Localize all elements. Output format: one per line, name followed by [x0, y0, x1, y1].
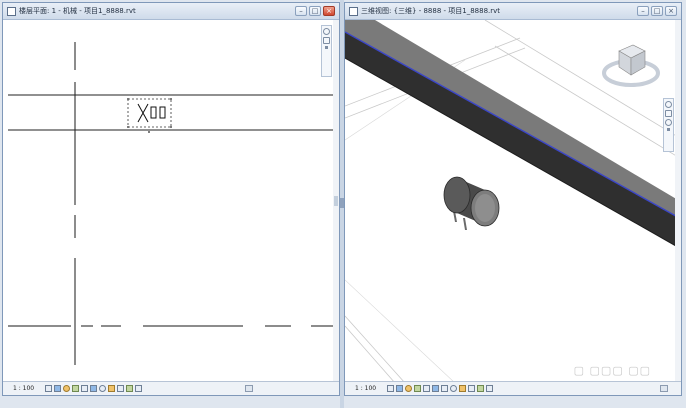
visual-style-icon[interactable]	[54, 385, 61, 392]
crop-view-icon[interactable]	[432, 385, 439, 392]
show-crop-region-icon[interactable]	[441, 385, 448, 392]
3d-view-title-bar[interactable]: 三维视图: {三维} - 8888 - 项目1_8888.rvt – □ ×	[345, 3, 681, 20]
floor-plan-view-icon	[7, 7, 16, 16]
steering-wheel-icon[interactable]	[323, 28, 330, 35]
close-button[interactable]: ×	[665, 6, 677, 16]
3d-view-controls	[387, 385, 493, 393]
maximize-button[interactable]: □	[309, 6, 321, 16]
temporary-hide-icon[interactable]	[459, 385, 466, 392]
zoom-icon[interactable]	[323, 37, 330, 44]
watermark-logo: ▢ ▢▢▢ ▢▢	[573, 364, 651, 377]
navigation-bar[interactable]	[321, 25, 332, 77]
close-button[interactable]: ×	[323, 6, 335, 16]
detail-level-icon[interactable]	[45, 385, 52, 392]
3d-view-window[interactable]: 三维视图: {三维} - 8888 - 项目1_8888.rvt – □ × ▢…	[344, 2, 682, 396]
view-scale[interactable]: 1 : 100	[355, 384, 376, 393]
fan-plan-symbol	[127, 98, 172, 133]
3d-view-icon	[349, 7, 358, 16]
minimize-button[interactable]: –	[295, 6, 307, 16]
floor-plan-canvas[interactable]	[3, 20, 339, 381]
sun-path-icon[interactable]	[63, 385, 70, 392]
maximize-button[interactable]: □	[651, 6, 663, 16]
lock-3d-view-icon[interactable]	[450, 385, 457, 392]
vertical-scrollbar[interactable]	[333, 20, 339, 381]
3d-navigation-bar[interactable]	[663, 98, 674, 152]
floor-plan-title-bar[interactable]: 楼层平面: 1 - 机械 - 项目1_8888.rvt – □ ×	[3, 3, 339, 20]
navigation-bar-menu-icon[interactable]	[667, 128, 670, 131]
view-control-bar: 1 : 100	[3, 381, 339, 395]
analytical-model-icon[interactable]	[117, 385, 124, 392]
highlight-displacement-icon[interactable]	[126, 385, 133, 392]
axial-fan-3d	[443, 176, 500, 230]
detail-level-icon[interactable]	[387, 385, 394, 392]
3d-view-title: 三维视图: {三维} - 8888 - 项目1_8888.rvt	[361, 7, 501, 15]
render-icon[interactable]	[423, 385, 430, 392]
scroll-thumb[interactable]	[334, 196, 338, 206]
show-crop-region-icon[interactable]	[90, 385, 97, 392]
sun-path-icon[interactable]	[405, 385, 412, 392]
temporary-hide-icon[interactable]	[99, 385, 106, 392]
view-controls	[45, 385, 142, 393]
minimize-button[interactable]: –	[637, 6, 649, 16]
zoom-icon[interactable]	[665, 110, 672, 117]
steering-wheel-icon[interactable]	[665, 101, 672, 108]
horizontal-scroll-thumb[interactable]	[245, 385, 253, 392]
crop-view-icon[interactable]	[81, 385, 88, 392]
temporary-view-icon[interactable]	[486, 385, 493, 392]
analytical-model-icon[interactable]	[477, 385, 484, 392]
reveal-hidden-icon[interactable]	[108, 385, 115, 392]
view-scale[interactable]: 1 : 100	[13, 384, 34, 393]
shadows-icon[interactable]	[72, 385, 79, 392]
3d-view-control-bar: 1 : 100	[345, 381, 681, 395]
floor-plan-view-window[interactable]: 楼层平面: 1 - 机械 - 项目1_8888.rvt – □ × 1: 10…	[2, 2, 340, 396]
navigation-bar-menu-icon[interactable]	[325, 46, 328, 49]
floor-plan-drawing	[8, 42, 336, 365]
horizontal-scroll-thumb[interactable]	[660, 385, 668, 392]
reveal-hidden-icon[interactable]	[468, 385, 475, 392]
vertical-scrollbar[interactable]	[675, 20, 681, 381]
view-cube-icon[interactable]	[601, 41, 661, 89]
visual-style-icon[interactable]	[396, 385, 403, 392]
orbit-icon[interactable]	[665, 119, 672, 126]
floor-plan-title: 楼层平面: 1 - 机械 - 项目1_8888.rvt	[19, 7, 136, 15]
temporary-view-icon[interactable]	[135, 385, 142, 392]
shadows-icon[interactable]	[414, 385, 421, 392]
